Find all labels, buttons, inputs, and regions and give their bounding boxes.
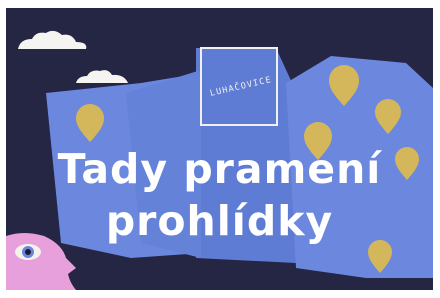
headline: Tady pramení prohlídky bbox=[6, 143, 433, 247]
logo-text: LUHAČOVICE bbox=[209, 75, 273, 99]
headline-line-1: Tady pramení bbox=[57, 145, 382, 193]
headline-line-2: prohlídky bbox=[105, 197, 334, 245]
promo-banner[interactable]: LUHAČOVICE Tady pramení prohlídky bbox=[6, 8, 433, 290]
logo-badge: LUHAČOVICE bbox=[200, 47, 278, 126]
